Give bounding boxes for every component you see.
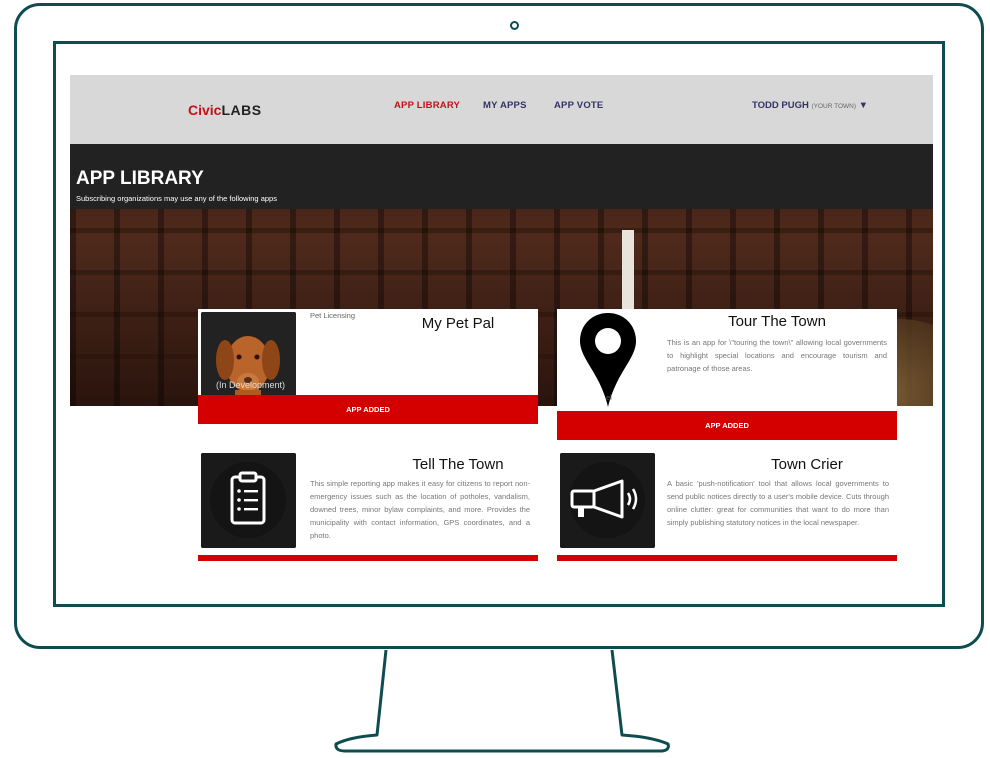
app-window: CivicLABS APP LIBRARY MY APPS APP VOTE T… bbox=[70, 75, 933, 604]
app-card-my-pet-pal[interactable]: (In Development) Pet Licensing My Pet Pa… bbox=[198, 309, 538, 407]
megaphone-icon bbox=[560, 453, 655, 548]
app-card-town-crier[interactable]: Town Crier A basic 'push-notification' t… bbox=[557, 450, 897, 555]
app-description: A basic 'push-notification' tool that al… bbox=[667, 479, 889, 527]
user-name: TODD PUGH bbox=[752, 100, 809, 111]
logo-civic-text: Civic bbox=[188, 102, 222, 118]
nav-app-vote[interactable]: APP VOTE bbox=[554, 100, 603, 111]
app-description: This is an app for \"touring the town\" … bbox=[667, 338, 887, 373]
top-navbar: CivicLABS APP LIBRARY MY APPS APP VOTE T… bbox=[70, 75, 933, 144]
hero-title-band: APP LIBRARY Subscribing organizations ma… bbox=[70, 144, 933, 209]
civiclabs-logo[interactable]: CivicLABS bbox=[188, 102, 262, 118]
app-title: Tell The Town bbox=[412, 456, 504, 473]
user-town: (YOUR TOWN) bbox=[811, 103, 857, 110]
app-added-button[interactable]: APP ADDED bbox=[198, 395, 538, 424]
monitor-screen: CivicLABS APP LIBRARY MY APPS APP VOTE T… bbox=[53, 41, 945, 607]
app-title: Tour The Town bbox=[728, 313, 826, 330]
app-card-tour-the-town[interactable]: el Tour The Town This is an app for \"to… bbox=[557, 309, 897, 410]
user-menu[interactable]: TODD PUGH (YOUR TOWN) ▼ bbox=[752, 100, 868, 111]
dog-photo-icon: (In Development) bbox=[201, 312, 296, 407]
logo-labs-text: LABS bbox=[221, 102, 262, 118]
page-title: APP LIBRARY bbox=[76, 168, 204, 189]
app-title: My Pet Pal bbox=[421, 315, 495, 332]
app-card-tell-the-town[interactable]: Tell The Town This simple reporting app … bbox=[198, 450, 538, 555]
app-category: Pet Licensing bbox=[310, 311, 356, 320]
app-action-button[interactable] bbox=[557, 555, 897, 561]
nav-app-library[interactable]: APP LIBRARY bbox=[394, 100, 460, 111]
clipboard-icon bbox=[201, 453, 296, 548]
chevron-down-icon: ▼ bbox=[858, 100, 869, 111]
app-title: Town Crier bbox=[771, 456, 843, 473]
app-description: This simple reporting app makes it easy … bbox=[310, 479, 530, 540]
page-subtitle: Subscribing organizations may use any of… bbox=[76, 194, 277, 203]
status-label: (In Development) bbox=[216, 380, 286, 390]
status-label: el bbox=[606, 393, 612, 402]
app-action-button[interactable] bbox=[198, 555, 538, 561]
nav-my-apps[interactable]: MY APPS bbox=[483, 100, 527, 111]
app-added-button[interactable]: APP ADDED bbox=[557, 411, 897, 440]
